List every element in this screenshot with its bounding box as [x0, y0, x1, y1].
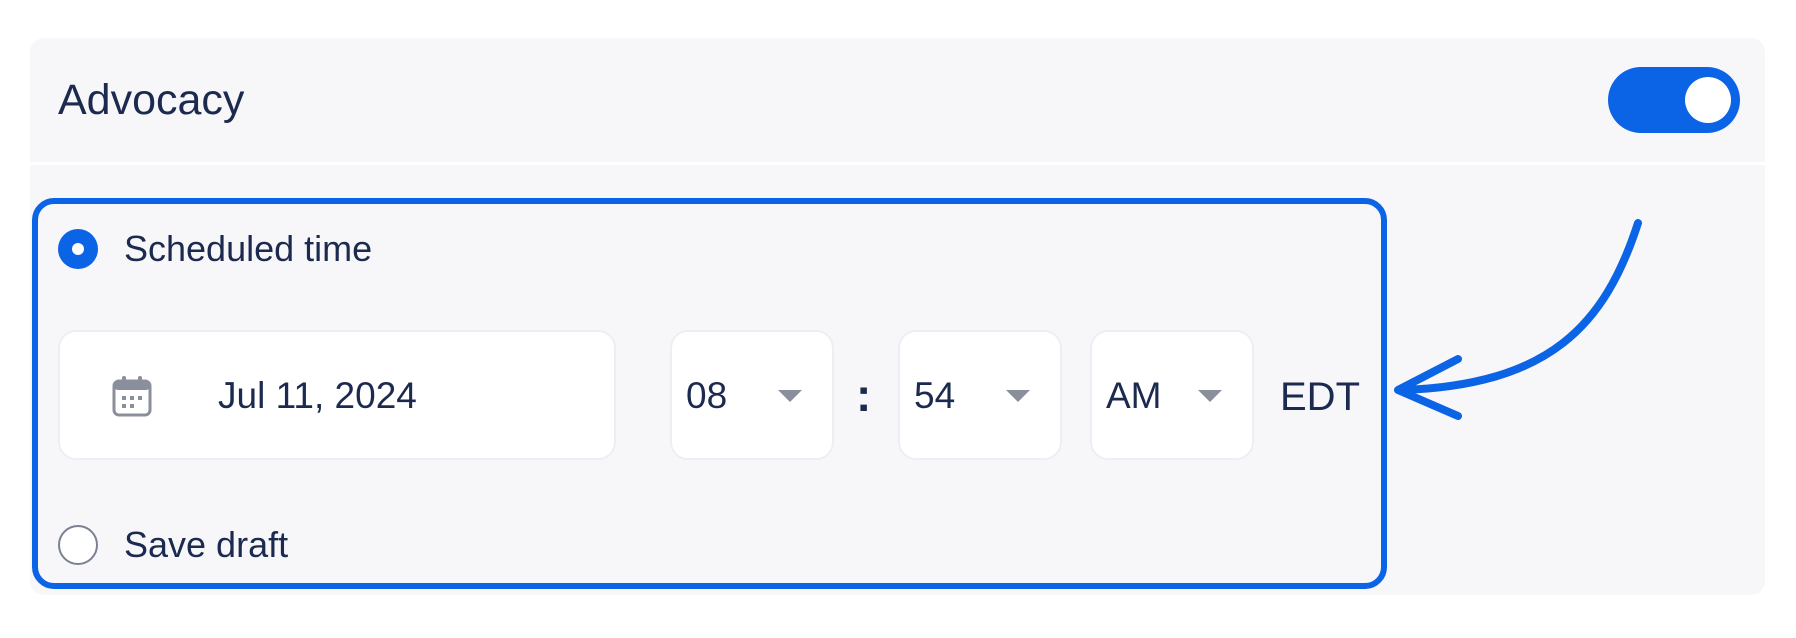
radio-checked-icon[interactable] [58, 229, 98, 269]
calendar-icon [112, 376, 152, 417]
radio-label-save-draft: Save draft [124, 524, 289, 565]
radio-label-scheduled-time: Scheduled time [124, 228, 373, 269]
date-value: Jul 11, 2024 [218, 375, 417, 416]
section-title: Advocacy [58, 76, 245, 124]
chevron-down-icon [1006, 390, 1030, 402]
minute-select[interactable]: 54 [898, 330, 1062, 460]
date-picker[interactable]: Jul 11, 2024 [58, 330, 616, 460]
minute-value: 54 [914, 375, 956, 416]
period-select[interactable]: AM [1090, 330, 1254, 460]
radio-save-draft[interactable]: Save draft [58, 523, 288, 567]
toggle-knob [1685, 77, 1731, 123]
time-separator: : [856, 369, 872, 421]
advocacy-toggle[interactable] [1608, 67, 1740, 133]
card-header: Advocacy [30, 38, 1765, 165]
radio-scheduled-time[interactable]: Scheduled time [58, 227, 372, 271]
timezone-label: EDT [1280, 375, 1360, 419]
period-value: AM [1106, 375, 1162, 416]
hour-select[interactable]: 08 [670, 330, 834, 460]
chevron-down-icon [778, 390, 802, 402]
radio-unchecked-icon[interactable] [58, 525, 98, 565]
hour-value: 08 [686, 375, 728, 416]
pointer-arrow-icon [1394, 219, 1642, 420]
chevron-down-icon [1198, 390, 1222, 402]
